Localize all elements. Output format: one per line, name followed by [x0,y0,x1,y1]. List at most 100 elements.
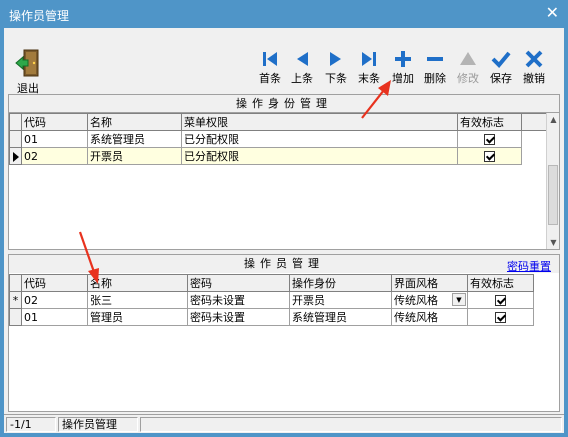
roles-header-row: 代码 名称 菜单权限 有效标志 [9,113,548,131]
add-button[interactable]: 增加 [387,50,419,90]
col-header-valid[interactable]: 有效标志 [457,113,522,131]
cell-spacer [522,131,548,148]
exit-door-icon [15,49,39,77]
roles-grid[interactable]: 代码 名称 菜单权限 有效标志 01 系统管理员 已分配权限 02 开票员 已分… [9,113,548,165]
operators-panel: 操作员管理 密码重置 代码 名称 密码 操作身份 界面风格 有效标志 * 02 … [8,254,560,412]
row-indicator-header [9,274,22,292]
delete-label: 删除 [424,72,446,85]
col-header-name[interactable]: 名称 [87,274,188,292]
next-icon [330,52,341,66]
scroll-thumb[interactable] [548,165,558,225]
cell-code[interactable]: 01 [21,308,88,326]
exit-button[interactable]: 退出 [10,48,46,95]
last-icon [362,52,376,66]
first-label: 首条 [259,72,281,85]
col-header-valid[interactable]: 有效标志 [467,274,534,292]
table-row[interactable]: 02 开票员 已分配权限 [9,147,548,165]
cell-style[interactable]: 传统风格 [391,308,468,326]
valid-checkbox[interactable] [495,295,506,306]
status-empty [140,417,562,432]
prev-button[interactable]: 上条 [286,50,318,90]
operators-header-row: 代码 名称 密码 操作身份 界面风格 有效标志 [9,274,534,292]
undo-label: 撤销 [523,72,545,85]
edit-button[interactable]: 修改 [452,50,484,90]
cell-valid[interactable] [467,308,534,326]
cell-name[interactable]: 开票员 [87,147,182,165]
current-row-indicator[interactable] [9,147,22,165]
password-reset-link[interactable]: 密码重置 [507,258,551,274]
style-combo-value: 传统风格 [394,294,438,307]
col-header-password[interactable]: 密码 [187,274,290,292]
edit-icon [460,52,476,65]
status-bar: -1/1 操作员管理 [4,414,564,433]
roles-scrollbar[interactable]: ▲ ▼ [546,113,559,249]
window: 操作员管理 ✕ 退出 首条 上条 下条 末条 增加 删除 修改 保存 撤销 操作… [0,0,568,437]
next-label: 下条 [325,72,347,85]
first-icon [263,52,277,66]
table-row[interactable]: 01 管理员 密码未设置 系统管理员 传统风格 [9,308,534,326]
cell-valid[interactable] [457,130,522,148]
new-row-marker[interactable]: * [9,291,22,309]
col-header-code[interactable]: 代码 [21,274,88,292]
table-row[interactable]: 01 系统管理员 已分配权限 [9,130,548,148]
col-header-name[interactable]: 名称 [87,113,182,131]
style-combo[interactable]: 传统风格 ▼ [391,291,468,309]
cell-code[interactable]: 01 [21,130,88,148]
cell-code[interactable]: 02 [21,147,88,165]
valid-checkbox[interactable] [484,151,495,162]
cell-perm[interactable]: 已分配权限 [181,147,458,165]
window-title: 操作员管理 [9,9,70,23]
col-header-style[interactable]: 界面风格 [391,274,468,292]
col-header-spacer [521,113,548,131]
undo-button[interactable]: 撤销 [518,50,550,90]
scroll-up-icon[interactable]: ▲ [547,113,560,126]
module-name: 操作员管理 [58,417,138,432]
cell-name[interactable]: 张三 [87,291,188,309]
save-label: 保存 [490,72,512,85]
add-icon [395,51,411,67]
cell-valid[interactable] [457,147,522,165]
prev-label: 上条 [291,72,313,85]
scroll-down-icon[interactable]: ▼ [547,236,560,249]
close-icon[interactable]: ✕ [546,4,559,22]
col-header-perm[interactable]: 菜单权限 [181,113,458,131]
client-area: 退出 首条 上条 下条 末条 增加 删除 修改 保存 撤销 操作身份管理 代码 … [4,28,564,433]
title-bar[interactable]: 操作员管理 ✕ [0,0,568,28]
delete-icon [427,57,443,61]
cell-name[interactable]: 系统管理员 [87,130,182,148]
edit-label: 修改 [457,72,479,85]
table-row[interactable]: * 02 张三 密码未设置 开票员 传统风格 ▼ [9,291,534,309]
cell-perm[interactable]: 已分配权限 [181,130,458,148]
delete-button[interactable]: 删除 [419,50,451,90]
add-label: 增加 [392,72,414,85]
cell-role[interactable]: 开票员 [289,291,392,309]
cell-spacer [521,147,548,165]
roles-panel-title: 操作身份管理 [9,95,559,113]
first-button[interactable]: 首条 [254,50,286,90]
col-header-code[interactable]: 代码 [21,113,88,131]
row-indicator[interactable] [9,130,22,148]
current-row-icon [12,151,19,162]
cell-name[interactable]: 管理员 [87,308,188,326]
row-indicator-header [9,113,22,131]
row-indicator[interactable] [9,308,22,326]
last-button[interactable]: 末条 [353,50,385,90]
valid-checkbox[interactable] [495,312,506,323]
undo-icon [525,50,543,68]
roles-panel: 操作身份管理 代码 名称 菜单权限 有效标志 01 系统管理员 已分配权限 02… [8,94,560,250]
col-header-role[interactable]: 操作身份 [289,274,392,292]
prev-icon [297,52,308,66]
save-button[interactable]: 保存 [485,50,517,90]
valid-checkbox[interactable] [484,134,495,145]
record-position: -1/1 [6,417,56,432]
cell-role[interactable]: 系统管理员 [289,308,392,326]
operators-panel-title: 操作员管理 [9,255,559,273]
next-button[interactable]: 下条 [320,50,352,90]
last-label: 末条 [358,72,380,85]
cell-password[interactable]: 密码未设置 [187,291,290,309]
chevron-down-icon[interactable]: ▼ [452,293,466,306]
cell-password[interactable]: 密码未设置 [187,308,290,326]
cell-valid[interactable] [467,291,534,309]
cell-code[interactable]: 02 [21,291,88,309]
operators-grid[interactable]: 代码 名称 密码 操作身份 界面风格 有效标志 * 02 张三 密码未设置 开票… [9,274,534,326]
